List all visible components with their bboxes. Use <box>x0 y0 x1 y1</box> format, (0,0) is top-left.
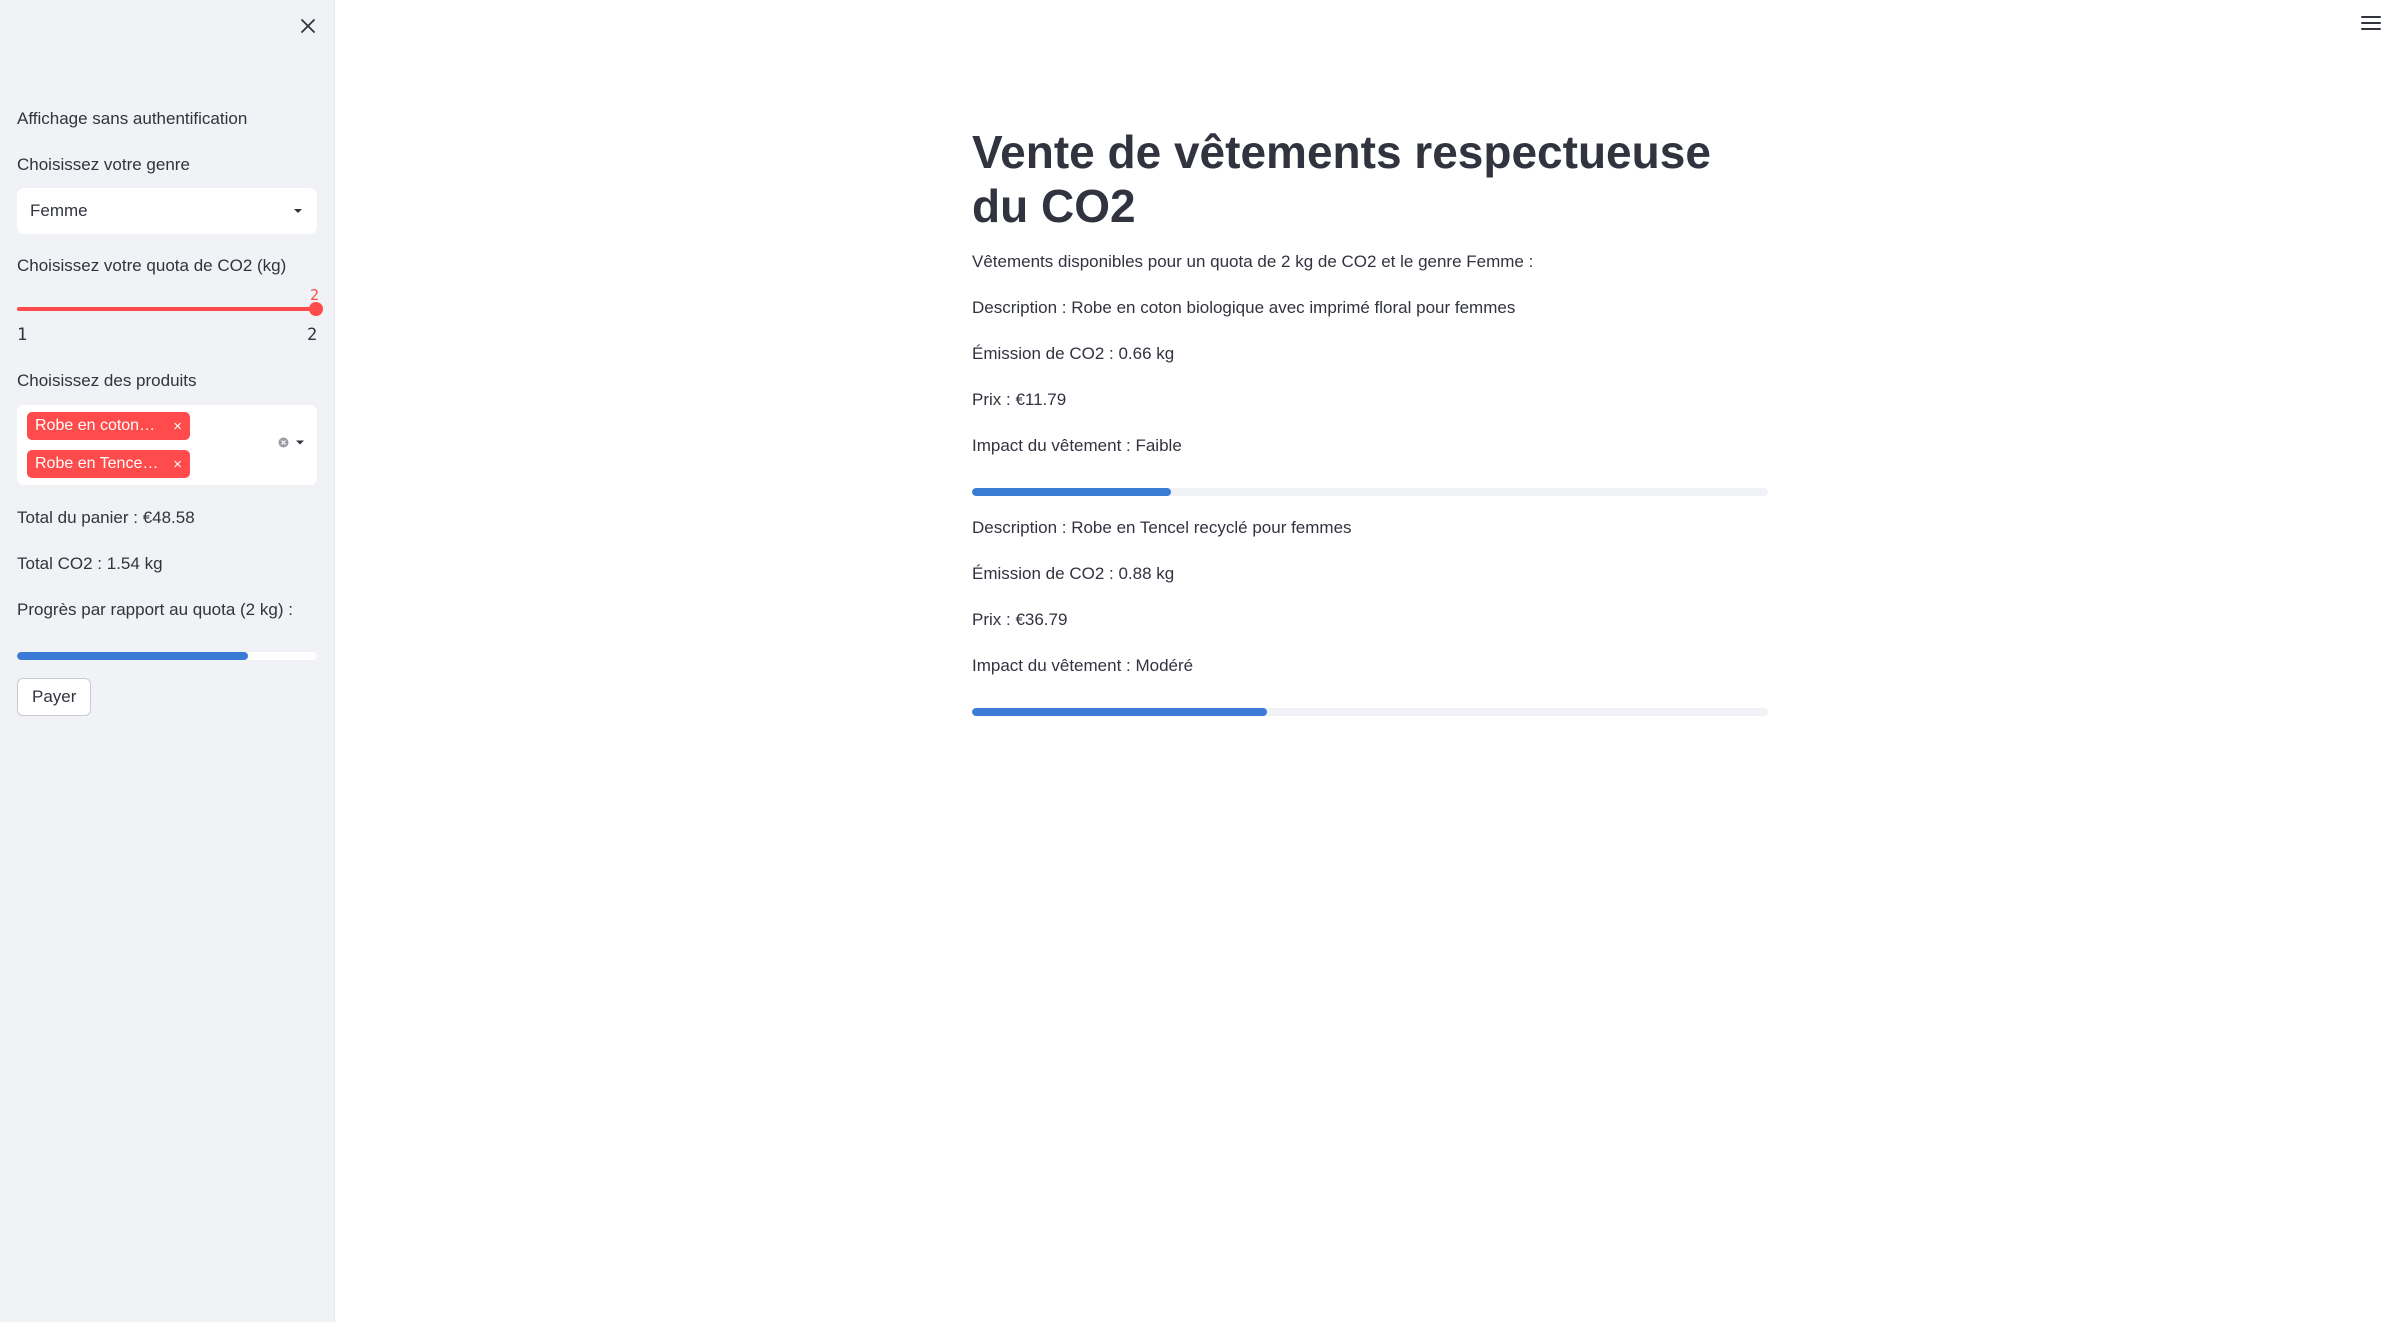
tag-label: Robe en Tence… <box>35 455 159 472</box>
product-price: Prix : €11.79 <box>972 390 1067 409</box>
tag-label: Robe en coton… <box>35 417 156 434</box>
gender-select-value: Femme <box>30 201 88 220</box>
quota-progress-bar <box>17 652 317 660</box>
selected-product-tag[interactable]: Robe en coton… × <box>27 412 190 440</box>
co2-total-text: Total CO2 : 1.54 kg <box>17 554 163 573</box>
quota-slider-max: 2 <box>307 325 318 345</box>
quota-slider-track[interactable] <box>17 307 317 311</box>
quota-slider-min: 1 <box>17 325 28 345</box>
product-impact-bar <box>972 708 1768 716</box>
pay-button[interactable]: Payer <box>17 678 92 716</box>
quota-progress-label: Progrès par rapport au quota (2 kg) : <box>17 600 293 619</box>
page-title: Vente de vêtements respectueuse du CO2 <box>972 126 1711 232</box>
quota-label: Choisissez votre quota de CO2 (kg) <box>17 256 287 275</box>
main-menu-button[interactable] <box>2360 14 2388 36</box>
products-multiselect[interactable]: Robe en coton… × Robe en Tence… × <box>17 405 317 485</box>
product-emission: Émission de CO2 : 0.88 kg <box>972 564 1175 583</box>
product-price: Prix : €36.79 <box>972 610 1068 629</box>
gender-select[interactable]: Femme <box>17 188 317 234</box>
product-impact-fill <box>972 708 1267 716</box>
product-description: Description : Robe en coton biologique a… <box>972 298 1516 317</box>
intro-text: Vêtements disponibles pour un quota de 2… <box>972 252 1534 271</box>
cart-total-text: Total du panier : €48.58 <box>17 508 195 527</box>
chevron-down-icon[interactable] <box>295 439 305 446</box>
close-sidebar-button[interactable] <box>290 10 326 42</box>
quota-slider-thumb[interactable] <box>309 302 323 316</box>
remove-tag-icon[interactable]: × <box>173 456 182 473</box>
quota-progress-fill <box>17 652 248 660</box>
product-impact: Impact du vêtement : Faible <box>972 436 1182 455</box>
chevron-down-icon <box>294 209 302 213</box>
auth-status-text: Affichage sans authentification <box>17 109 248 128</box>
products-label: Choisissez des produits <box>17 371 197 390</box>
product-impact: Impact du vêtement : Modéré <box>972 656 1194 675</box>
gender-label: Choisissez votre genre <box>17 155 190 174</box>
product-impact-fill <box>972 488 1171 496</box>
clear-icon[interactable] <box>278 437 289 448</box>
product-emission: Émission de CO2 : 0.66 kg <box>972 344 1175 363</box>
product-impact-bar <box>972 488 1768 496</box>
product-description: Description : Robe en Tencel recyclé pou… <box>972 518 1352 537</box>
selected-product-tag[interactable]: Robe en Tence… × <box>27 450 190 478</box>
sidebar: Affichage sans authentification Choisiss… <box>0 0 335 1322</box>
remove-tag-icon[interactable]: × <box>173 418 182 435</box>
menu-icon <box>2361 16 2381 30</box>
close-icon <box>301 19 315 33</box>
